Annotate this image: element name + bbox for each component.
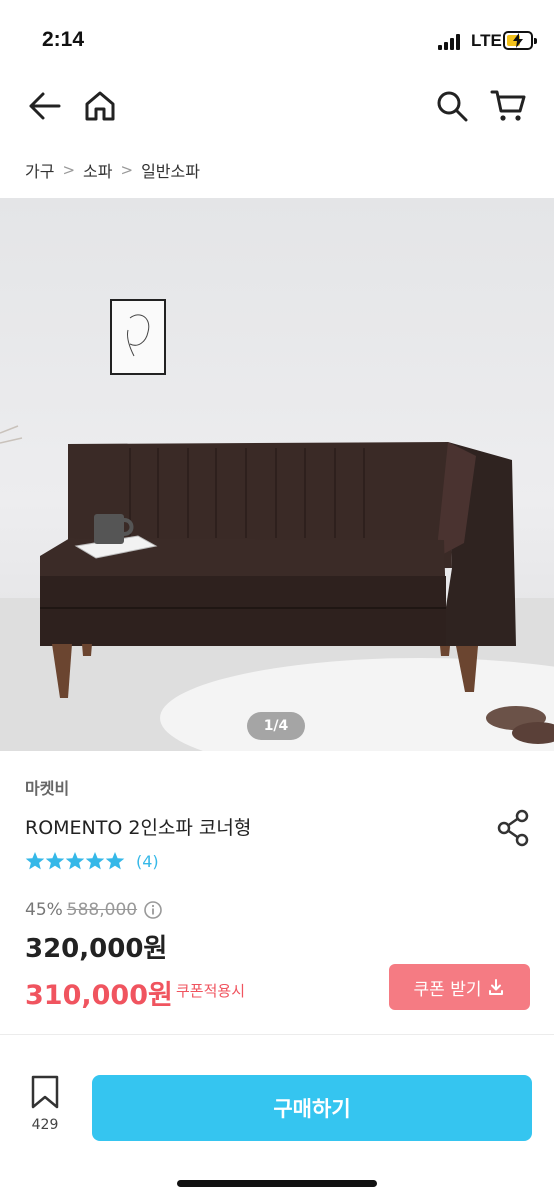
share-button[interactable] [493,806,533,850]
star-icon [85,852,105,870]
coupon-price: 310,000원 [25,980,173,1011]
home-icon [85,91,115,121]
signal-icon [438,34,464,50]
review-count[interactable]: (4) [136,852,159,871]
nav-bar [0,78,554,140]
home-button[interactable] [80,86,120,126]
cart-icon [490,90,526,121]
star-icon [105,852,125,870]
status-time: 2:14 [42,28,85,51]
divider [0,1034,554,1035]
brand-name[interactable]: 마켓비 [25,775,69,799]
product-title: ROMENTO 2인소파 코너형 [25,817,252,839]
original-price: 588,000 [66,900,138,920]
breadcrumb-item-sofa[interactable]: 소파 [83,158,112,182]
breadcrumb-item-general-sofa[interactable]: 일반소파 [141,158,200,182]
arrow-left-icon [29,92,61,120]
search-icon [437,91,468,122]
discount-rate: 45% [25,900,63,920]
buy-button[interactable]: 구매하기 [92,1075,532,1141]
info-icon[interactable] [143,900,163,920]
chevron-right-icon: > [120,161,134,179]
product-image[interactable] [0,198,554,751]
network-label: LTE [471,31,502,50]
bookmark-count: 429 [31,1117,59,1133]
search-button[interactable] [432,86,472,126]
star-rating [25,851,126,871]
bookmark-button[interactable]: 429 [22,1075,68,1145]
chevron-right-icon: > [62,161,76,179]
star-icon [25,852,45,870]
bookmark-icon [31,1075,59,1109]
cart-button[interactable] [488,86,528,126]
coupon-note: 쿠폰적용시 [176,982,246,1000]
image-counter: 1/4 [247,712,305,740]
discount-row: 45% 588,000 [25,898,163,922]
home-indicator [177,1180,377,1187]
star-icon [45,852,65,870]
breadcrumb-item-furniture[interactable]: 가구 [25,158,54,182]
rating[interactable]: (4) [25,849,159,873]
star-icon [65,852,85,870]
share-icon [497,809,529,847]
download-icon [489,979,504,995]
coupon-button-label: 쿠폰 받기 [413,979,482,1000]
back-button[interactable] [24,86,64,126]
sale-price: 320,000원 [25,934,168,964]
battery-icon [503,31,537,50]
breadcrumb: 가구 > 소파 > 일반소파 [25,155,200,185]
status-bar: 2:14 LTE [0,0,554,78]
coupon-download-button[interactable]: 쿠폰 받기 [389,964,530,1010]
